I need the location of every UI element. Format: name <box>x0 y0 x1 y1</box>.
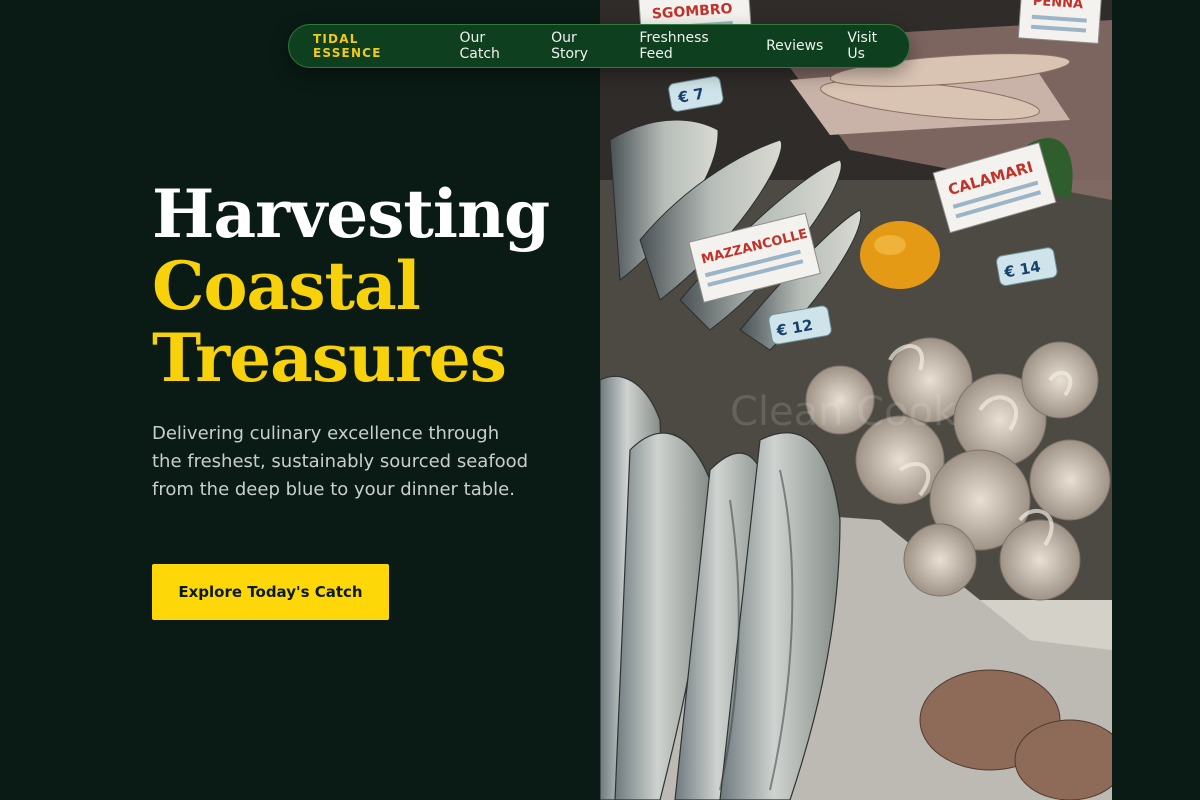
seafood-photo-illustration: SGOMBRO PENNA CALAMARI MAZZANCOLLE € 7 €… <box>600 0 1112 800</box>
photo-watermark: Clean Cook <box>730 389 957 435</box>
hero-title-line-3: Treasures <box>152 319 507 397</box>
seafood-market-photo: SGOMBRO PENNA CALAMARI MAZZANCOLLE € 7 €… <box>600 0 1112 800</box>
hero-subtitle: Delivering culinary excellence through t… <box>152 423 529 500</box>
hero-title-line-2: Coastal <box>152 247 421 325</box>
nav-link-reviews[interactable]: Reviews <box>766 38 823 54</box>
hero-title-line-1: Harvesting <box>152 175 550 253</box>
nav-link-visit-us[interactable]: Visit Us <box>847 30 897 62</box>
main-navigation: TIDAL ESSENCE Our Catch Our Story Freshn… <box>288 24 910 68</box>
explore-catch-button[interactable]: Explore Today's Catch <box>152 564 389 620</box>
brand-logo[interactable]: TIDAL ESSENCE <box>313 32 428 60</box>
right-margin <box>1112 0 1200 800</box>
nav-link-freshness-feed[interactable]: Freshness Feed <box>639 30 742 62</box>
nav-link-our-catch[interactable]: Our Catch <box>460 30 528 62</box>
nav-link-our-story[interactable]: Our Story <box>551 30 615 62</box>
hero-title: Harvesting Coastal Treasures <box>152 175 550 397</box>
